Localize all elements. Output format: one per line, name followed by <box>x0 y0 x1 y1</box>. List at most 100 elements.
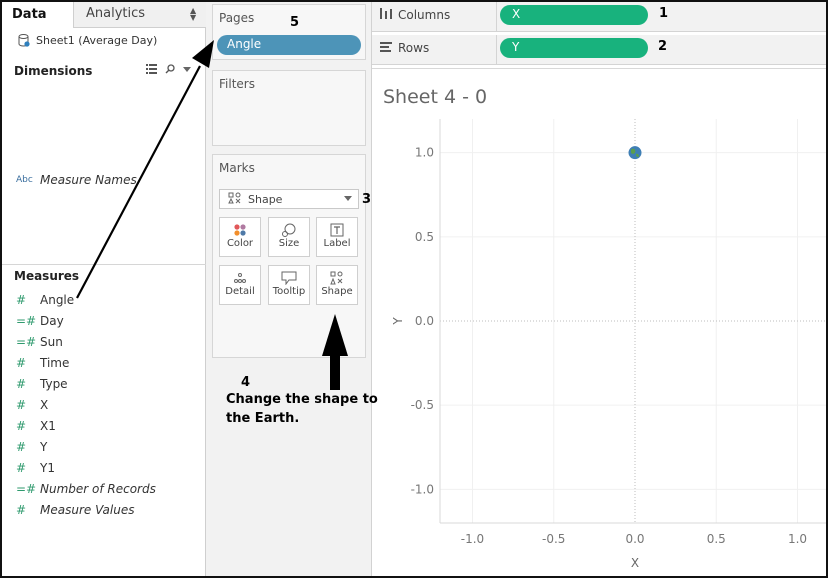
marks-detail-label: Detail <box>225 286 255 297</box>
annotation-number-1: 1 <box>659 6 669 21</box>
measures-title: Measures <box>14 269 80 283</box>
divider <box>2 264 206 265</box>
mark-type-label: Shape <box>248 192 283 206</box>
number-type-icon: # <box>16 398 27 412</box>
dimension-field-measure-names[interactable]: Abc Measure Names <box>16 172 137 188</box>
datasource-item[interactable]: Sheet1 (Average Day) <box>18 34 157 47</box>
mark-type-dropdown[interactable]: Shape <box>219 189 359 209</box>
columns-label: Columns <box>398 8 451 22</box>
data-pane: Data Analytics ▲ ▼ Sheet1 (Average Day) D… <box>2 2 206 576</box>
field-label: X <box>40 398 49 412</box>
columns-shelf-label: Columns <box>380 8 450 22</box>
filters-card[interactable]: Filters <box>212 70 366 146</box>
number-type-icon: # <box>16 356 27 370</box>
measure-field-number-of-records[interactable]: =# Number of Records <box>16 481 156 497</box>
marks-color-button[interactable]: Color <box>219 217 261 257</box>
x-tick-label: 0.0 <box>625 532 644 546</box>
viz-canvas[interactable]: Sheet 4 - 0 -1.0 -0.5 0.0 0.5 1.0 1.0 0.5 0.0 -0… <box>372 68 826 576</box>
marks-size-button[interactable]: Size <box>268 217 310 257</box>
number-type-icon: # <box>16 461 27 475</box>
chevron-down-icon <box>344 196 352 201</box>
field-label: Sun <box>40 335 63 349</box>
marks-title: Marks <box>219 161 255 175</box>
number-type-icon: # <box>16 419 27 433</box>
dimension-tools <box>146 64 191 77</box>
chevron-down-icon[interactable] <box>183 64 191 77</box>
x-tick-label: -1.0 <box>461 532 484 546</box>
tab-data[interactable]: Data <box>2 2 74 28</box>
measure-field-day[interactable]: =# Day <box>16 313 64 329</box>
calculated-number-type-icon: =# <box>16 314 37 328</box>
search-icon[interactable] <box>165 64 175 77</box>
x-tick-label: 0.5 <box>707 532 726 546</box>
rows-pill-y[interactable]: Y <box>500 38 648 58</box>
field-label: Time <box>40 356 70 370</box>
tooltip-icon <box>269 266 309 286</box>
calculated-number-type-icon: =# <box>16 335 37 349</box>
field-label: Angle <box>40 293 75 307</box>
shape-icon <box>317 266 357 286</box>
rows-label: Rows <box>398 41 430 55</box>
list-view-icon[interactable] <box>146 64 157 77</box>
annotation-number-2: 2 <box>658 39 668 54</box>
pane-tabs: Data Analytics ▲ ▼ <box>2 2 206 28</box>
measure-field-y1[interactable]: # Y1 <box>16 460 55 476</box>
measure-field-measure-values[interactable]: # Measure Values <box>16 502 134 518</box>
marks-card: Marks Shape Color Size Label Detail Tool… <box>212 154 366 358</box>
measure-field-y[interactable]: # Y <box>16 439 47 455</box>
measure-field-x[interactable]: # X <box>16 397 48 413</box>
size-icon <box>269 218 309 238</box>
marks-label-button[interactable]: Label <box>316 217 358 257</box>
marks-detail-button[interactable]: Detail <box>219 265 261 305</box>
tab-analytics[interactable]: Analytics <box>86 6 145 21</box>
annotation-number-5: 5 <box>290 15 300 30</box>
columns-shelf[interactable]: Columns X <box>372 2 826 32</box>
field-label: Measure Values <box>40 503 135 517</box>
color-dots-icon <box>220 218 260 238</box>
rows-shelf[interactable]: Rows Y <box>372 35 826 65</box>
datasource-name: Sheet1 (Average Day) <box>36 34 158 47</box>
columns-pill-x[interactable]: X <box>500 5 648 25</box>
database-icon <box>18 34 30 47</box>
measure-field-x1[interactable]: # X1 <box>16 418 56 434</box>
tab-scroll-arrows-icon[interactable]: ▲ ▼ <box>190 7 196 22</box>
x-axis-title: X <box>631 556 639 570</box>
marks-tooltip-button[interactable]: Tooltip <box>268 265 310 305</box>
detail-icon <box>220 266 260 286</box>
y-tick-label: 0.5 <box>415 230 434 244</box>
measure-field-type[interactable]: # Type <box>16 376 68 392</box>
pages-pill-angle[interactable]: Angle <box>217 35 361 55</box>
annotation-number-3: 3 <box>362 192 372 207</box>
rows-shelf-label: Rows <box>380 41 429 55</box>
annotation-instruction-line1: Change the shape to <box>226 392 378 407</box>
y-tick-label: 1.0 <box>415 146 434 160</box>
cards-column: Pages Angle Filters Marks Shape Color Si… <box>206 2 372 576</box>
pages-title: Pages <box>219 11 255 25</box>
columns-icon <box>380 8 392 22</box>
measure-field-sun[interactable]: =# Sun <box>16 334 63 350</box>
shape-icon <box>228 192 242 207</box>
marks-size-label: Size <box>278 238 300 249</box>
x-tick-label: 1.0 <box>788 532 807 546</box>
calculated-number-type-icon: =# <box>16 482 37 496</box>
tableau-window: Data Analytics ▲ ▼ Sheet1 (Average Day) D… <box>0 0 828 578</box>
y-tick-label: -1.0 <box>411 482 434 496</box>
measure-field-time[interactable]: # Time <box>16 355 69 371</box>
measure-field-angle[interactable]: # Angle <box>16 292 74 308</box>
marks-color-label: Color <box>226 238 254 249</box>
field-label: Number of Records <box>40 482 156 496</box>
field-label: Y1 <box>40 461 55 475</box>
number-type-icon: # <box>16 503 27 517</box>
number-type-icon: # <box>16 377 27 391</box>
marks-shape-button[interactable]: Shape <box>316 265 358 305</box>
annotation-instruction-line2: the Earth. <box>226 411 300 426</box>
marks-label-label: Label <box>323 238 351 249</box>
shelf-divider <box>496 2 497 32</box>
field-label: Type <box>40 377 68 391</box>
field-label: Measure Names <box>40 173 137 187</box>
y-tick-label: -0.5 <box>411 398 434 412</box>
field-label: Y <box>40 440 48 454</box>
filters-title: Filters <box>219 77 255 91</box>
pages-card[interactable]: Pages Angle <box>212 4 366 60</box>
shelf-divider <box>496 35 497 65</box>
